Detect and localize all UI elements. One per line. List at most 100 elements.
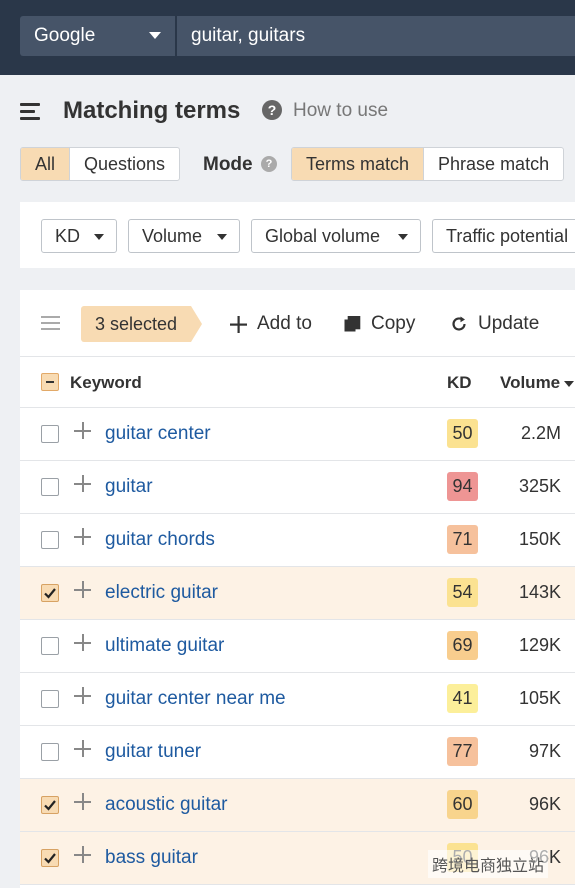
caret-down-icon xyxy=(94,234,104,240)
row-checkbox[interactable] xyxy=(41,531,59,549)
copy-label: Copy xyxy=(371,313,416,334)
table-row: guitar tuner 77 97K xyxy=(20,726,575,779)
refresh-icon xyxy=(450,315,468,333)
update-button[interactable]: Update xyxy=(450,313,539,335)
filters-panel: KD Volume Global volume Traffic potentia… xyxy=(20,202,575,268)
row-checkbox[interactable] xyxy=(41,690,59,708)
mode-phrase-match[interactable]: Phrase match xyxy=(424,148,563,180)
row-checkbox[interactable] xyxy=(41,637,59,655)
results-toolbar: 3 selected Add to Copy Update xyxy=(20,290,575,357)
mode-help-icon[interactable]: ? xyxy=(261,156,277,172)
kd-badge: 94 xyxy=(447,472,478,501)
add-keyword-icon[interactable] xyxy=(74,846,91,863)
filter-volume[interactable]: Volume xyxy=(128,219,240,253)
add-keyword-icon[interactable] xyxy=(74,581,91,598)
column-kd[interactable]: KD xyxy=(447,373,472,393)
kd-badge: 41 xyxy=(447,684,478,713)
table-row: guitar center near me 41 105K xyxy=(20,673,575,726)
kd-badge: 50 xyxy=(447,419,478,448)
filter-global-volume[interactable]: Global volume xyxy=(251,219,421,253)
caret-down-icon xyxy=(149,32,161,39)
column-keyword[interactable]: Keyword xyxy=(70,373,142,393)
kd-badge: 77 xyxy=(447,737,478,766)
mode-label: Mode xyxy=(203,154,253,175)
volume-value: 150K xyxy=(518,529,561,549)
volume-value: 129K xyxy=(518,635,561,655)
keyword-link[interactable]: bass guitar xyxy=(105,847,198,869)
filter-traffic-potential[interactable]: Traffic potential xyxy=(432,219,575,253)
table-row: acoustic guitar 60 96K xyxy=(20,779,575,832)
add-keyword-icon[interactable] xyxy=(74,793,91,810)
volume-value: 325K xyxy=(518,476,561,496)
keyword-link[interactable]: ultimate guitar xyxy=(105,635,224,657)
table-row: electric guitar 54 143K xyxy=(20,567,575,620)
add-keyword-icon[interactable] xyxy=(74,687,91,704)
copy-button[interactable]: Copy xyxy=(344,313,415,335)
top-search-bar: Google guitar, guitars xyxy=(0,0,575,75)
volume-value: 2.2M xyxy=(520,423,561,443)
mode-toggle: Terms match Phrase match xyxy=(291,147,565,181)
keyword-link[interactable]: guitar chords xyxy=(105,529,215,551)
hamburger-menu-icon[interactable] xyxy=(20,103,40,120)
filter-kd[interactable]: KD xyxy=(41,219,117,253)
select-all-checkbox[interactable] xyxy=(41,373,59,391)
filter-volume-label: Volume xyxy=(142,225,203,246)
help-icon[interactable]: ? xyxy=(262,100,282,120)
caret-down-icon xyxy=(398,234,408,240)
filter-global-volume-label: Global volume xyxy=(265,225,381,246)
add-keyword-icon[interactable] xyxy=(74,740,91,757)
row-checkbox[interactable] xyxy=(41,743,59,761)
volume-value: 143K xyxy=(518,582,561,602)
add-keyword-icon[interactable] xyxy=(74,634,91,651)
filter-kd-label: KD xyxy=(55,225,81,246)
drag-handle-icon[interactable] xyxy=(41,316,60,330)
tab-all[interactable]: All xyxy=(21,148,71,180)
keyword-link[interactable]: guitar xyxy=(105,476,153,498)
add-to-label: Add to xyxy=(257,313,312,334)
add-to-button[interactable]: Add to xyxy=(230,313,312,335)
column-volume-wrap[interactable]: Volume xyxy=(500,373,575,393)
how-to-use-link[interactable]: How to use xyxy=(293,100,388,122)
results-panel: 3 selected Add to Copy Update Keyword KD… xyxy=(20,290,575,888)
keyword-link[interactable]: electric guitar xyxy=(105,582,218,604)
search-input[interactable]: guitar, guitars xyxy=(177,16,575,56)
caret-down-icon xyxy=(217,234,227,240)
search-engine-label: Google xyxy=(34,25,96,46)
keyword-link[interactable]: guitar tuner xyxy=(105,741,201,763)
search-engine-select[interactable]: Google xyxy=(20,16,175,56)
volume-value: 97K xyxy=(528,741,561,761)
checkmark-icon xyxy=(44,853,56,864)
keyword-link[interactable]: guitar center xyxy=(105,423,211,445)
volume-value: 105K xyxy=(518,688,561,708)
sort-desc-icon xyxy=(564,380,575,387)
kd-badge: 71 xyxy=(447,525,478,554)
keyword-link[interactable]: guitar center near me xyxy=(105,688,286,710)
keyword-link[interactable]: acoustic guitar xyxy=(105,794,228,816)
row-checkbox[interactable] xyxy=(41,796,59,814)
kd-badge: 69 xyxy=(447,631,478,660)
row-checkbox[interactable] xyxy=(41,849,59,867)
row-checkbox[interactable] xyxy=(41,584,59,602)
tab-questions[interactable]: Questions xyxy=(70,148,179,180)
volume-value: 96K xyxy=(528,794,561,814)
add-keyword-icon[interactable] xyxy=(74,422,91,439)
page-title: Matching terms xyxy=(63,97,241,124)
selected-count-label: 3 selected xyxy=(95,313,178,334)
copy-icon xyxy=(344,315,361,333)
add-keyword-icon[interactable] xyxy=(74,475,91,492)
row-checkbox[interactable] xyxy=(41,478,59,496)
search-query-text: guitar, guitars xyxy=(191,25,306,46)
watermark: 跨境电商独立站 xyxy=(428,850,549,878)
table-row: ultimate guitar 69 129K xyxy=(20,620,575,673)
table-row: guitar 94 325K xyxy=(20,461,575,514)
update-label: Update xyxy=(478,313,540,334)
table-row: guitar chords 71 150K xyxy=(20,514,575,567)
type-toggle: All Questions xyxy=(20,147,181,181)
table-header: Keyword KD Volume xyxy=(20,357,575,408)
plus-icon xyxy=(230,315,247,333)
add-keyword-icon[interactable] xyxy=(74,528,91,545)
column-volume: Volume xyxy=(500,373,561,392)
kd-badge: 54 xyxy=(447,578,478,607)
row-checkbox[interactable] xyxy=(41,425,59,443)
mode-terms-match[interactable]: Terms match xyxy=(292,148,425,180)
